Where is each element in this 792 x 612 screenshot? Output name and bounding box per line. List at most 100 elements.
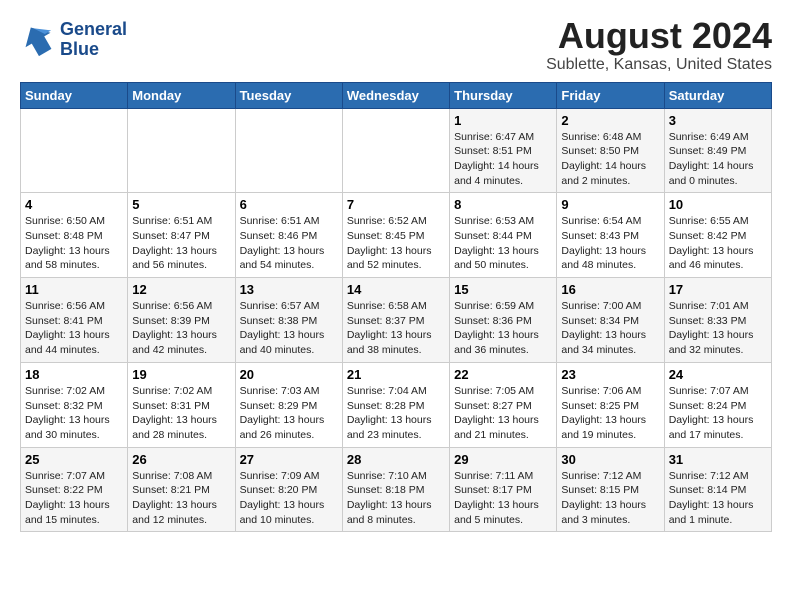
day-number: 21 xyxy=(347,367,445,382)
calendar-cell xyxy=(342,108,449,193)
day-info: Sunrise: 7:08 AMSunset: 8:21 PMDaylight:… xyxy=(132,469,230,528)
calendar-week-row: 25 Sunrise: 7:07 AMSunset: 8:22 PMDayligh… xyxy=(21,447,772,532)
day-info: Sunrise: 6:51 AMSunset: 8:47 PMDaylight:… xyxy=(132,214,230,273)
day-number: 1 xyxy=(454,113,552,128)
day-number: 29 xyxy=(454,452,552,467)
day-info: Sunrise: 7:03 AMSunset: 8:29 PMDaylight:… xyxy=(240,384,338,443)
calendar-cell: 21 Sunrise: 7:04 AMSunset: 8:28 PMDayligh… xyxy=(342,362,449,447)
calendar-cell: 8Sunrise: 6:53 AMSunset: 8:44 PMDaylight… xyxy=(450,193,557,278)
title-block: August 2024 Sublette, Kansas, United Sta… xyxy=(546,16,772,74)
calendar-cell: 7 Sunrise: 6:52 AMSunset: 8:45 PMDaylight… xyxy=(342,193,449,278)
calendar-cell: 28 Sunrise: 7:10 AMSunset: 8:18 PMDayligh… xyxy=(342,447,449,532)
day-info: Sunrise: 6:56 AMSunset: 8:39 PMDaylight:… xyxy=(132,299,230,358)
calendar-cell: 29 Sunrise: 7:11 AMSunset: 8:17 PMDayligh… xyxy=(450,447,557,532)
day-number: 15 xyxy=(454,282,552,297)
day-of-week-header: Sunday xyxy=(21,82,128,108)
day-number: 31 xyxy=(669,452,767,467)
day-info: Sunrise: 7:00 AMSunset: 8:34 PMDaylight:… xyxy=(561,299,659,358)
day-info: Sunrise: 7:02 AMSunset: 8:31 PMDaylight:… xyxy=(132,384,230,443)
calendar-cell: 12 Sunrise: 6:56 AMSunset: 8:39 PMDayligh… xyxy=(128,278,235,363)
day-info: Sunrise: 7:07 AMSunset: 8:22 PMDaylight:… xyxy=(25,469,123,528)
calendar-cell: 20 Sunrise: 7:03 AMSunset: 8:29 PMDayligh… xyxy=(235,362,342,447)
day-info: Sunrise: 7:05 AMSunset: 8:27 PMDaylight:… xyxy=(454,384,552,443)
day-info: Sunrise: 7:12 AMSunset: 8:15 PMDaylight:… xyxy=(561,469,659,528)
day-info: Sunrise: 6:55 AMSunset: 8:42 PMDaylight:… xyxy=(669,214,767,273)
day-number: 13 xyxy=(240,282,338,297)
day-of-week-header: Friday xyxy=(557,82,664,108)
day-info: Sunrise: 7:02 AMSunset: 8:32 PMDaylight:… xyxy=(25,384,123,443)
calendar-cell: 17 Sunrise: 7:01 AMSunset: 8:33 PMDayligh… xyxy=(664,278,771,363)
calendar-cell: 11Sunrise: 6:56 AMSunset: 8:41 PMDayligh… xyxy=(21,278,128,363)
day-info: Sunrise: 6:54 AMSunset: 8:43 PMDaylight:… xyxy=(561,214,659,273)
day-number: 14 xyxy=(347,282,445,297)
day-info: Sunrise: 7:06 AMSunset: 8:25 PMDaylight:… xyxy=(561,384,659,443)
day-info: Sunrise: 6:56 AMSunset: 8:41 PMDaylight:… xyxy=(25,299,123,358)
day-of-week-header: Monday xyxy=(128,82,235,108)
calendar-week-row: 11Sunrise: 6:56 AMSunset: 8:41 PMDayligh… xyxy=(21,278,772,363)
day-number: 12 xyxy=(132,282,230,297)
day-number: 17 xyxy=(669,282,767,297)
calendar-cell: 23 Sunrise: 7:06 AMSunset: 8:25 PMDayligh… xyxy=(557,362,664,447)
page-subtitle: Sublette, Kansas, United States xyxy=(546,56,772,74)
page-title: August 2024 xyxy=(546,16,772,56)
day-info: Sunrise: 6:52 AMSunset: 8:45 PMDaylight:… xyxy=(347,214,445,273)
calendar-cell: 19 Sunrise: 7:02 AMSunset: 8:31 PMDayligh… xyxy=(128,362,235,447)
day-number: 9 xyxy=(561,197,659,212)
calendar-week-row: 18 Sunrise: 7:02 AMSunset: 8:32 PMDayligh… xyxy=(21,362,772,447)
calendar-cell: 15Sunrise: 6:59 AMSunset: 8:36 PMDayligh… xyxy=(450,278,557,363)
day-info: Sunrise: 6:48 AMSunset: 8:50 PMDaylight:… xyxy=(561,130,659,189)
logo-text: General Blue xyxy=(60,20,127,60)
calendar-cell: 25 Sunrise: 7:07 AMSunset: 8:22 PMDayligh… xyxy=(21,447,128,532)
day-of-week-header: Tuesday xyxy=(235,82,342,108)
day-info: Sunrise: 6:51 AMSunset: 8:46 PMDaylight:… xyxy=(240,214,338,273)
day-number: 19 xyxy=(132,367,230,382)
day-number: 20 xyxy=(240,367,338,382)
calendar-cell: 3Sunrise: 6:49 AMSunset: 8:49 PMDaylight… xyxy=(664,108,771,193)
day-number: 8 xyxy=(454,197,552,212)
calendar-cell xyxy=(21,108,128,193)
calendar-cell: 30 Sunrise: 7:12 AMSunset: 8:15 PMDayligh… xyxy=(557,447,664,532)
day-number: 22 xyxy=(454,367,552,382)
day-number: 6 xyxy=(240,197,338,212)
day-info: Sunrise: 7:12 AMSunset: 8:14 PMDaylight:… xyxy=(669,469,767,528)
day-info: Sunrise: 6:50 AMSunset: 8:48 PMDaylight:… xyxy=(25,214,123,273)
calendar-cell xyxy=(235,108,342,193)
day-info: Sunrise: 7:07 AMSunset: 8:24 PMDaylight:… xyxy=(669,384,767,443)
day-number: 28 xyxy=(347,452,445,467)
day-of-week-header: Saturday xyxy=(664,82,771,108)
day-number: 25 xyxy=(25,452,123,467)
day-number: 26 xyxy=(132,452,230,467)
page: General Blue August 2024 Sublette, Kansa… xyxy=(0,0,792,542)
day-info: Sunrise: 7:11 AMSunset: 8:17 PMDaylight:… xyxy=(454,469,552,528)
day-info: Sunrise: 7:10 AMSunset: 8:18 PMDaylight:… xyxy=(347,469,445,528)
header: General Blue August 2024 Sublette, Kansa… xyxy=(20,16,772,74)
calendar-header-row: SundayMondayTuesdayWednesdayThursdayFrid… xyxy=(21,82,772,108)
day-number: 2 xyxy=(561,113,659,128)
day-info: Sunrise: 6:49 AMSunset: 8:49 PMDaylight:… xyxy=(669,130,767,189)
calendar-cell: 16Sunrise: 7:00 AMSunset: 8:34 PMDayligh… xyxy=(557,278,664,363)
calendar-cell: 26 Sunrise: 7:08 AMSunset: 8:21 PMDayligh… xyxy=(128,447,235,532)
day-number: 18 xyxy=(25,367,123,382)
day-of-week-header: Wednesday xyxy=(342,82,449,108)
day-info: Sunrise: 6:47 AMSunset: 8:51 PMDaylight:… xyxy=(454,130,552,189)
calendar-cell: 22 Sunrise: 7:05 AMSunset: 8:27 PMDayligh… xyxy=(450,362,557,447)
day-info: Sunrise: 7:09 AMSunset: 8:20 PMDaylight:… xyxy=(240,469,338,528)
day-info: Sunrise: 7:04 AMSunset: 8:28 PMDaylight:… xyxy=(347,384,445,443)
day-number: 10 xyxy=(669,197,767,212)
day-info: Sunrise: 7:01 AMSunset: 8:33 PMDaylight:… xyxy=(669,299,767,358)
calendar-cell: 24Sunrise: 7:07 AMSunset: 8:24 PMDayligh… xyxy=(664,362,771,447)
calendar-cell xyxy=(128,108,235,193)
calendar-cell: 5 Sunrise: 6:51 AMSunset: 8:47 PMDaylight… xyxy=(128,193,235,278)
calendar-cell: 13Sunrise: 6:57 AMSunset: 8:38 PMDayligh… xyxy=(235,278,342,363)
day-number: 5 xyxy=(132,197,230,212)
day-number: 7 xyxy=(347,197,445,212)
day-number: 30 xyxy=(561,452,659,467)
day-info: Sunrise: 6:58 AMSunset: 8:37 PMDaylight:… xyxy=(347,299,445,358)
calendar-cell: 14 Sunrise: 6:58 AMSunset: 8:37 PMDayligh… xyxy=(342,278,449,363)
calendar-cell: 9 Sunrise: 6:54 AMSunset: 8:43 PMDaylight… xyxy=(557,193,664,278)
calendar-cell: 2 Sunrise: 6:48 AMSunset: 8:50 PMDaylight… xyxy=(557,108,664,193)
calendar-cell: 10 Sunrise: 6:55 AMSunset: 8:42 PMDayligh… xyxy=(664,193,771,278)
calendar-cell: 27Sunrise: 7:09 AMSunset: 8:20 PMDayligh… xyxy=(235,447,342,532)
day-number: 23 xyxy=(561,367,659,382)
calendar-week-row: 1 Sunrise: 6:47 AMSunset: 8:51 PMDaylight… xyxy=(21,108,772,193)
